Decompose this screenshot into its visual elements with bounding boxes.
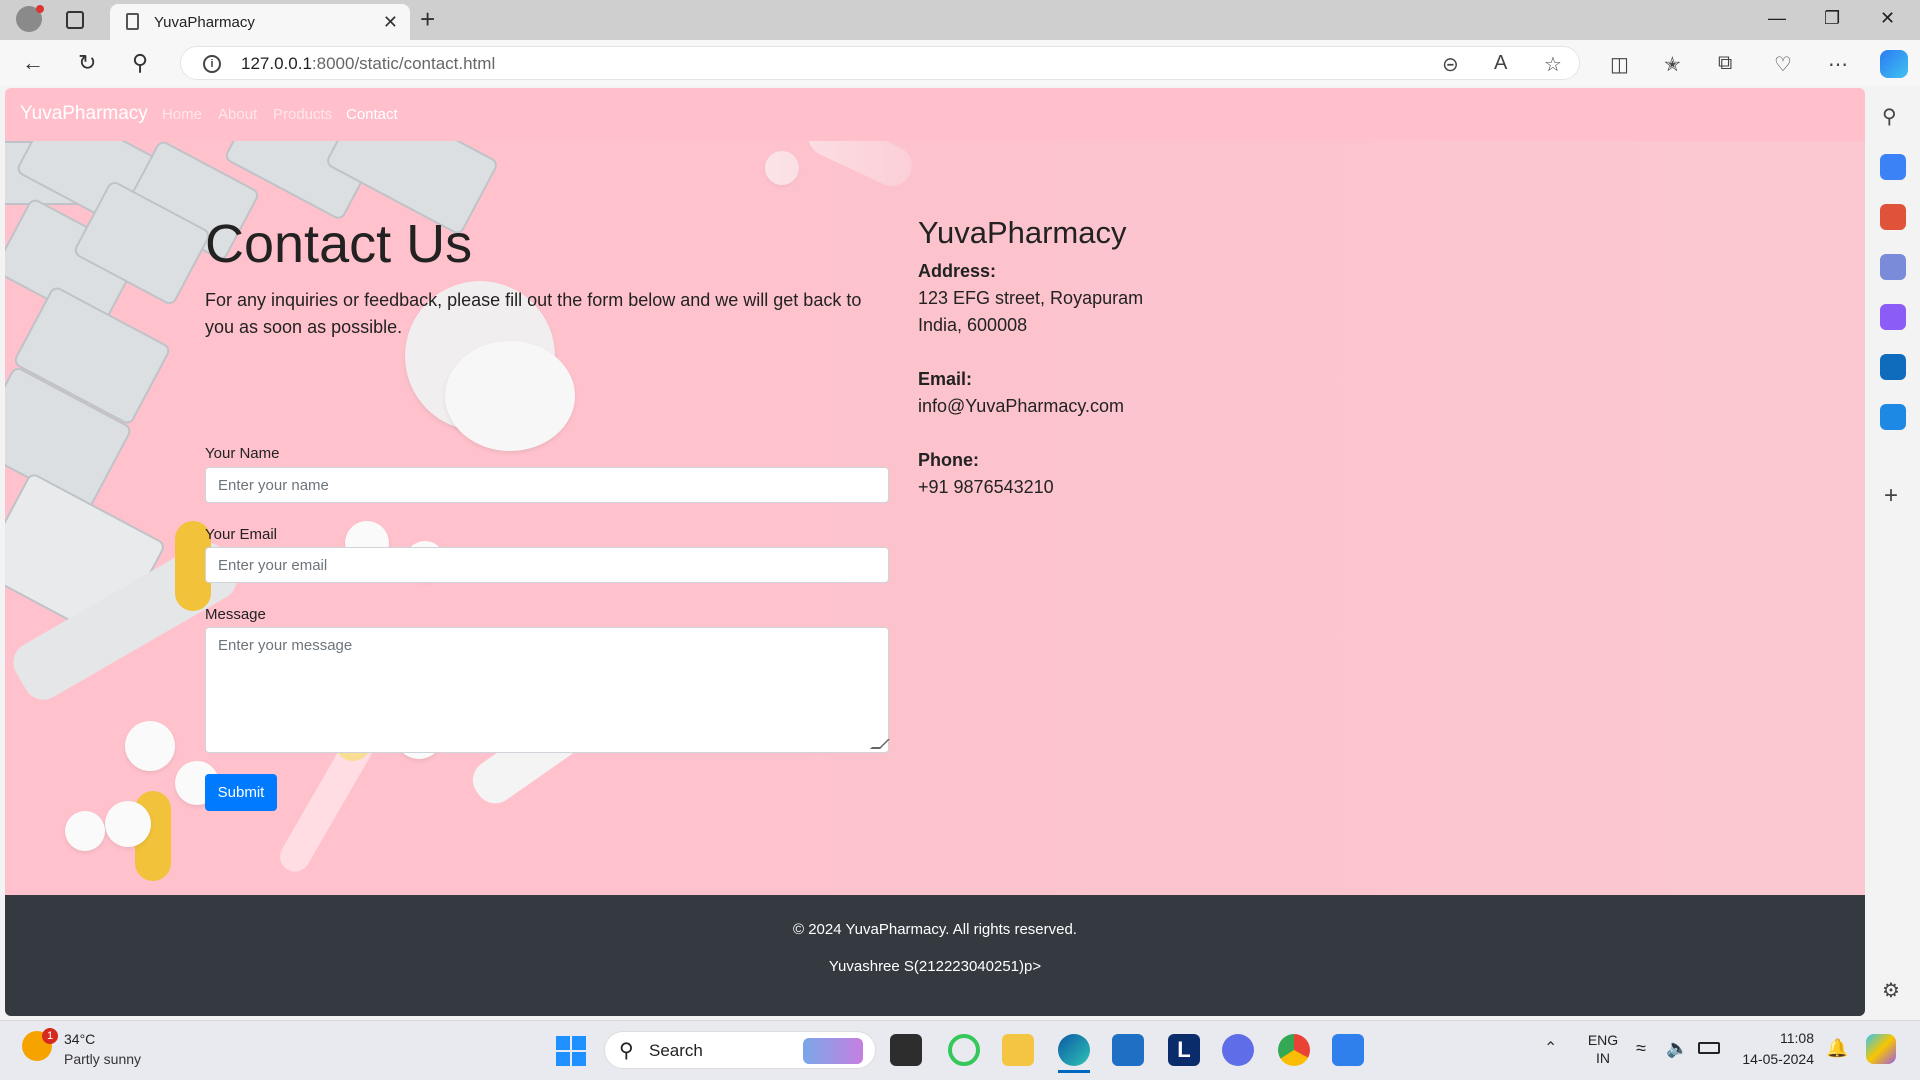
tools-icon[interactable] — [1880, 204, 1906, 230]
nav-link-contact[interactable]: Contact — [346, 106, 398, 123]
site-navbar: YuvaPharmacy Home About Products Contact — [5, 88, 1865, 141]
copilot-icon[interactable] — [1880, 50, 1908, 78]
search-highlight-icon — [803, 1038, 863, 1064]
refresh-icon[interactable]: ↻ — [78, 50, 96, 76]
sidebar-search-icon[interactable]: ⚲ — [1882, 104, 1897, 129]
read-aloud-icon[interactable]: A — [1494, 52, 1507, 75]
file-explorer-icon[interactable] — [1002, 1034, 1034, 1066]
vscode-icon[interactable] — [1332, 1034, 1364, 1066]
page-icon — [126, 13, 139, 30]
wifi-icon[interactable]: ≈ — [1636, 1038, 1646, 1059]
zoom-out-icon[interactable]: ⊝ — [1442, 52, 1459, 77]
site-footer: © 2024 YuvaPharmacy. All rights reserved… — [5, 895, 1865, 1016]
active-app-indicator — [1058, 1070, 1090, 1073]
contact-description: For any inquiries or feedback, please fi… — [205, 290, 862, 337]
nav-link-about[interactable]: About — [218, 106, 257, 123]
nav-link-home[interactable]: Home — [162, 106, 202, 123]
resize-handle-icon[interactable] — [870, 739, 890, 749]
volume-icon[interactable]: 🔈 — [1666, 1038, 1688, 1059]
restore-icon[interactable]: ❐ — [1824, 8, 1840, 29]
address-line2: India, 600008 — [918, 315, 1028, 335]
language-indicator[interactable]: ENG IN — [1586, 1031, 1620, 1067]
name-placeholder: Enter your name — [218, 477, 329, 494]
page-viewport: YuvaPharmacy Home About Products Contact — [5, 88, 1865, 1016]
name-input[interactable]: Enter your name — [205, 467, 889, 503]
contact-section: Contact Us For any inquiries or feedback… — [5, 141, 1865, 895]
add-sidebar-app-icon[interactable]: + — [1884, 482, 1898, 510]
submit-button[interactable]: Submit — [205, 774, 277, 811]
phone-value: +91 9876543210 — [918, 477, 1054, 497]
email-heading: Email: — [918, 369, 973, 389]
microsoft-store-icon[interactable] — [1112, 1034, 1144, 1066]
email-label: Your Email — [205, 526, 277, 543]
browser-essentials-icon[interactable]: ♡ — [1774, 52, 1792, 77]
taskbar-search-label: Search — [649, 1041, 703, 1060]
address-heading: Address: — [918, 261, 997, 281]
task-view-icon[interactable] — [890, 1034, 922, 1066]
site-info-icon[interactable]: i — [203, 55, 221, 73]
app-circle-icon[interactable] — [948, 1034, 980, 1066]
weather-description[interactable]: Partly sunny — [64, 1051, 141, 1067]
email-input[interactable]: Enter your email — [205, 547, 889, 583]
close-window-icon[interactable]: ✕ — [1880, 8, 1895, 29]
copilot-app-icon[interactable] — [1222, 1034, 1254, 1066]
email-value: info@YuvaPharmacy.com — [918, 396, 1125, 416]
weather-badge: 1 — [42, 1028, 58, 1044]
drop-icon[interactable] — [1880, 404, 1906, 430]
message-label: Message — [205, 606, 266, 623]
new-tab-button[interactable]: + — [420, 4, 435, 35]
system-tray-chevron-icon[interactable]: ⌃ — [1544, 1038, 1557, 1058]
copilot-pre-icon[interactable] — [1866, 1034, 1896, 1064]
taskbar-search-box[interactable]: ⚲ Search — [604, 1031, 876, 1069]
address-line1: 123 EFG street, Royapuram — [918, 288, 1144, 308]
windows-start-icon[interactable] — [556, 1036, 586, 1066]
l-app-icon[interactable]: L — [1168, 1034, 1200, 1066]
shopping-tag-icon[interactable] — [1880, 154, 1906, 180]
edge-browser-icon[interactable] — [1058, 1034, 1090, 1066]
taskbar-search-icon: ⚲ — [619, 1040, 634, 1062]
favorites-icon[interactable]: ✭ — [1664, 52, 1681, 77]
clock-time[interactable]: 11:08 — [1742, 1030, 1814, 1046]
battery-icon[interactable] — [1698, 1042, 1720, 1054]
contact-title: Contact Us — [205, 214, 473, 274]
microsoft365-icon[interactable] — [1880, 304, 1906, 330]
chrome-icon[interactable] — [1278, 1034, 1310, 1066]
footer-author: Yuvashree S(212223040251)p> — [828, 958, 1042, 975]
phone-heading: Phone: — [918, 450, 979, 470]
message-placeholder: Enter your message — [218, 637, 353, 654]
favorite-star-icon[interactable]: ☆ — [1544, 52, 1562, 77]
minimize-icon[interactable]: — — [1768, 8, 1786, 29]
info-title: YuvaPharmacy — [918, 215, 1127, 250]
message-textarea[interactable]: Enter your message — [205, 627, 890, 753]
name-label: Your Name — [205, 445, 280, 462]
more-menu-icon[interactable]: ⋯ — [1828, 52, 1848, 77]
outlook-icon[interactable] — [1880, 354, 1906, 380]
collections-icon[interactable]: ⧉ — [1718, 52, 1732, 75]
navbar-brand[interactable]: YuvaPharmacy — [20, 103, 148, 125]
close-tab-icon[interactable]: ✕ — [383, 12, 398, 33]
address-bar[interactable]: i 127.0.0.1:8000/static/contact.html — [180, 46, 1580, 80]
tab-title: YuvaPharmacy — [154, 14, 255, 31]
games-icon[interactable] — [1880, 254, 1906, 280]
split-screen-icon[interactable]: ◫ — [1610, 52, 1629, 77]
browser-tab[interactable]: YuvaPharmacy ✕ — [110, 4, 410, 40]
clock-date[interactable]: 14-05-2024 — [1724, 1051, 1814, 1067]
footer-copyright: © 2024 YuvaPharmacy. All rights reserved… — [793, 921, 1077, 938]
url-text: 127.0.0.1:8000/static/contact.html — [241, 54, 496, 73]
profile-notification-dot — [36, 5, 44, 13]
nav-link-products[interactable]: Products — [273, 106, 332, 123]
sidebar-settings-icon[interactable]: ⚙ — [1882, 978, 1900, 1003]
weather-temperature[interactable]: 34°C — [64, 1031, 95, 1047]
back-icon[interactable]: ← — [22, 50, 44, 76]
email-placeholder: Enter your email — [218, 557, 328, 574]
notification-bell-icon[interactable]: 🔔 — [1826, 1038, 1848, 1059]
search-icon[interactable]: ⚲ — [132, 50, 148, 76]
tab-actions-icon[interactable] — [66, 11, 84, 29]
